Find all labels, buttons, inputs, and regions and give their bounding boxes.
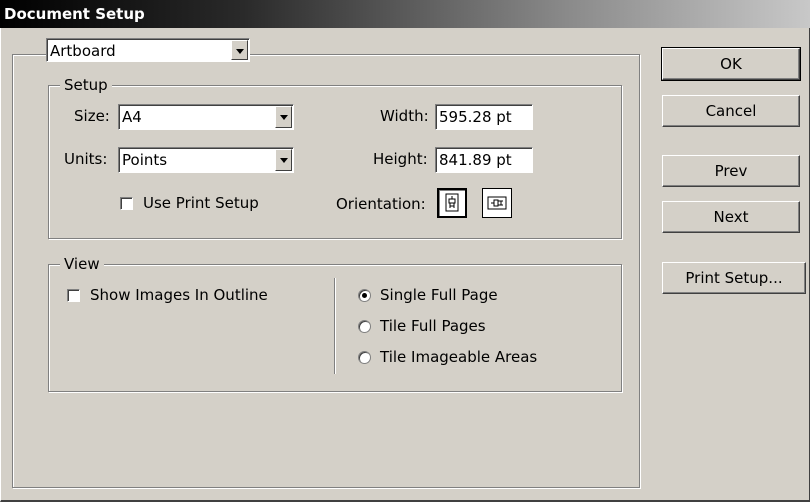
size-label: Size: [74, 107, 110, 125]
view-legend: View [60, 255, 104, 273]
height-label: Height: [373, 150, 428, 168]
landscape-orientation-icon [487, 196, 507, 210]
ok-button[interactable]: OK [661, 47, 801, 81]
window-title: Document Setup [4, 5, 145, 23]
size-select-value: A4 [122, 108, 142, 126]
tile-full-pages-label: Tile Full Pages [380, 317, 486, 335]
chevron-down-icon[interactable] [275, 106, 292, 128]
chevron-down-icon[interactable] [275, 149, 292, 171]
tile-imageable-areas-radio[interactable] [358, 351, 371, 364]
tile-imageable-areas-label: Tile Imageable Areas [380, 348, 538, 366]
print-setup-button[interactable]: Print Setup... [662, 262, 806, 294]
landscape-orientation-button[interactable] [482, 188, 512, 218]
view-separator [334, 278, 335, 374]
title-bar[interactable]: Document Setup [0, 0, 810, 28]
units-select[interactable]: Points [118, 147, 294, 173]
use-print-setup-label: Use Print Setup [143, 194, 259, 212]
width-field-value: 595.28 pt [439, 108, 512, 126]
show-images-outline-checkbox[interactable] [67, 289, 80, 302]
cancel-button[interactable]: Cancel [662, 95, 800, 127]
portrait-orientation-icon [445, 193, 459, 212]
width-field[interactable]: 595.28 pt [435, 104, 533, 130]
section-select-value: Artboard [50, 42, 116, 60]
show-images-outline-label: Show Images In Outline [90, 286, 268, 304]
single-full-page-label: Single Full Page [380, 286, 498, 304]
width-label: Width: [380, 107, 429, 125]
view-group [48, 264, 622, 392]
portrait-orientation-button[interactable] [437, 188, 467, 218]
tile-full-pages-radio[interactable] [358, 320, 371, 333]
prev-button[interactable]: Prev [662, 155, 800, 187]
section-select[interactable]: Artboard [46, 38, 250, 62]
units-label: Units: [64, 150, 108, 168]
chevron-down-icon[interactable] [231, 40, 248, 60]
setup-legend: Setup [60, 76, 112, 94]
next-button[interactable]: Next [662, 201, 800, 233]
single-full-page-radio[interactable] [358, 289, 371, 302]
height-field[interactable]: 841.89 pt [435, 147, 533, 173]
units-select-value: Points [122, 151, 168, 169]
use-print-setup-checkbox[interactable] [120, 197, 133, 210]
orientation-label: Orientation: [336, 195, 426, 213]
height-field-value: 841.89 pt [439, 151, 512, 169]
size-select[interactable]: A4 [118, 104, 294, 130]
